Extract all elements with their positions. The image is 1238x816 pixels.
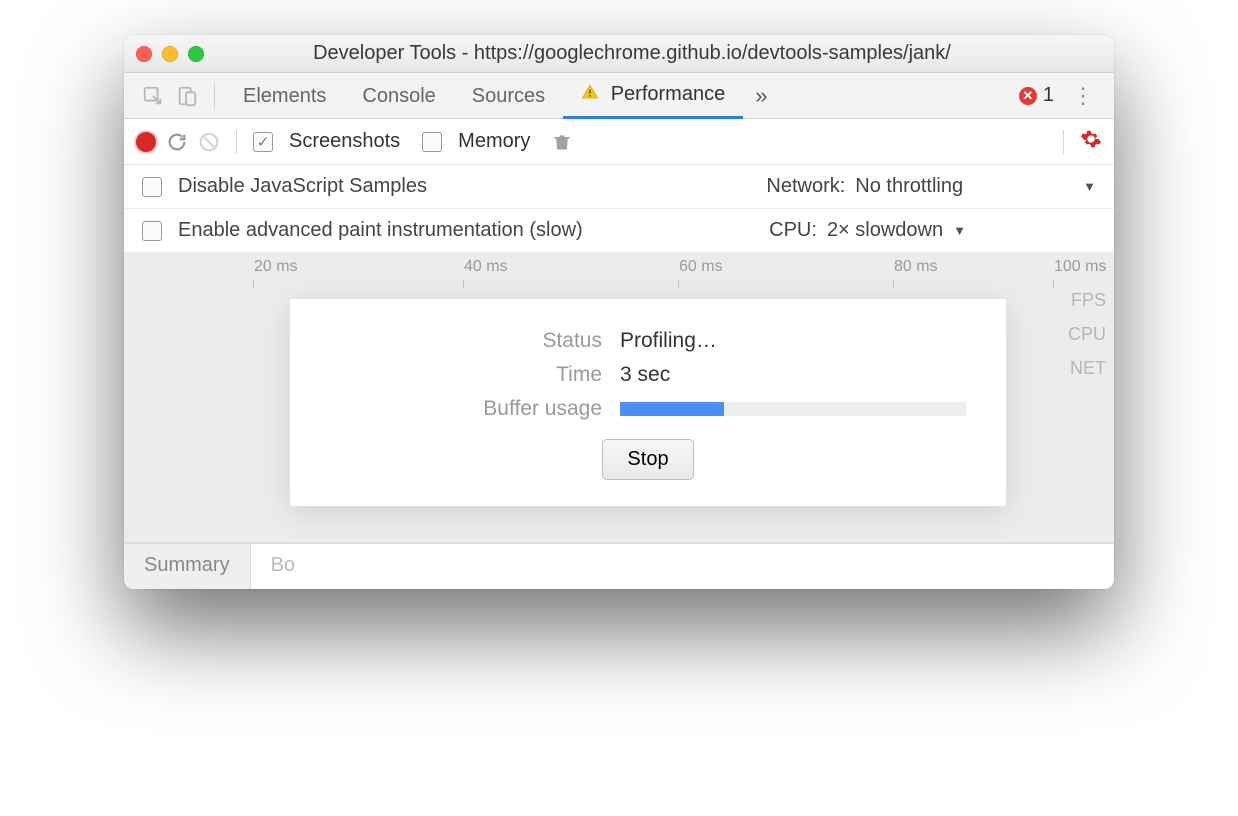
divider: [1063, 130, 1064, 154]
clear-icon[interactable]: [198, 131, 220, 153]
settings-gear-icon[interactable]: [1080, 128, 1102, 155]
memory-checkbox[interactable]: [422, 132, 442, 152]
screenshots-label: Screenshots: [289, 130, 400, 153]
memory-label: Memory: [458, 130, 530, 153]
settings-row-2: Enable advanced paint instrumentation (s…: [124, 209, 1114, 253]
time-value: 3 sec: [620, 363, 670, 387]
error-icon: ✕: [1019, 87, 1037, 105]
network-value: No throttling: [855, 175, 963, 198]
axis-fps: FPS: [1068, 283, 1106, 317]
tab-performance[interactable]: Performance: [563, 73, 743, 119]
cpu-value: 2× slowdown: [827, 219, 943, 242]
ruler-tick: 40 ms: [464, 258, 508, 276]
warning-icon: [581, 84, 605, 106]
disable-js-label: Disable JavaScript Samples: [178, 175, 427, 198]
paint-instr-checkbox[interactable]: [142, 221, 162, 241]
performance-controls: Screenshots Memory: [124, 119, 1114, 165]
cpu-label: CPU:: [769, 219, 817, 242]
error-count-badge[interactable]: ✕ 1: [1019, 84, 1054, 107]
network-label: Network:: [766, 175, 845, 198]
screenshots-checkbox[interactable]: [253, 132, 273, 152]
tab-sources[interactable]: Sources: [454, 75, 563, 117]
network-throttle-select[interactable]: Network: No throttling ▼: [766, 175, 1096, 198]
settings-row-1: Disable JavaScript Samples Network: No t…: [124, 165, 1114, 209]
buffer-progress: [620, 402, 966, 416]
tab-console[interactable]: Console: [344, 75, 453, 117]
ruler-tick: 60 ms: [679, 258, 723, 276]
title-bar: Developer Tools - https://googlechrome.g…: [124, 35, 1114, 73]
disable-js-checkbox[interactable]: [142, 177, 162, 197]
axis-cpu: CPU: [1068, 317, 1106, 351]
axis-net: NET: [1068, 351, 1106, 385]
devtools-window: Developer Tools - https://googlechrome.g…: [124, 35, 1114, 589]
close-icon[interactable]: [136, 46, 152, 62]
tab-performance-label: Performance: [611, 83, 726, 105]
stop-button[interactable]: Stop: [602, 439, 693, 480]
chevron-down-icon: ▼: [1083, 179, 1096, 194]
record-button[interactable]: [136, 132, 156, 152]
bottom-tabs: Summary Bo: [124, 543, 1114, 589]
profiling-dialog: Status Profiling… Time 3 sec Buffer usag…: [290, 299, 1006, 506]
error-count: 1: [1043, 84, 1054, 107]
more-tabs-icon[interactable]: »: [743, 83, 779, 109]
time-label: Time: [330, 363, 620, 387]
paint-instr-label: Enable advanced paint instrumentation (s…: [178, 219, 583, 242]
status-label: Status: [330, 329, 620, 353]
inspect-element-icon[interactable]: [136, 79, 170, 113]
reload-record-icon[interactable]: [166, 131, 188, 153]
status-value: Profiling…: [620, 329, 717, 353]
main-tabs-bar: Elements Console Sources Performance » ✕…: [124, 73, 1114, 119]
device-toolbar-icon[interactable]: [170, 79, 204, 113]
ruler-tick: 20 ms: [254, 258, 298, 276]
window-title: Developer Tools - https://googlechrome.g…: [162, 42, 1102, 65]
ruler-tick: 100 ms: [1054, 258, 1106, 276]
cpu-throttle-select[interactable]: CPU: 2× slowdown ▼: [769, 219, 966, 242]
chevron-down-icon: ▼: [953, 223, 966, 238]
devtools-menu-icon[interactable]: ⋮: [1064, 83, 1102, 109]
axis-labels: FPS CPU NET: [1068, 283, 1106, 386]
buffer-label: Buffer usage: [330, 397, 620, 421]
divider: [214, 83, 215, 109]
tab-bottom-up-partial[interactable]: Bo: [251, 544, 315, 589]
timeline-area: 20 ms 40 ms 60 ms 80 ms 100 ms FPS CPU N…: [124, 253, 1114, 543]
ruler-tick: 80 ms: [894, 258, 938, 276]
divider: [236, 130, 237, 154]
buffer-progress-fill: [620, 402, 724, 416]
time-ruler: 20 ms 40 ms 60 ms 80 ms 100 ms: [124, 253, 1114, 281]
delete-icon[interactable]: [552, 131, 572, 153]
tab-summary[interactable]: Summary: [124, 544, 251, 589]
tab-elements[interactable]: Elements: [225, 75, 344, 117]
